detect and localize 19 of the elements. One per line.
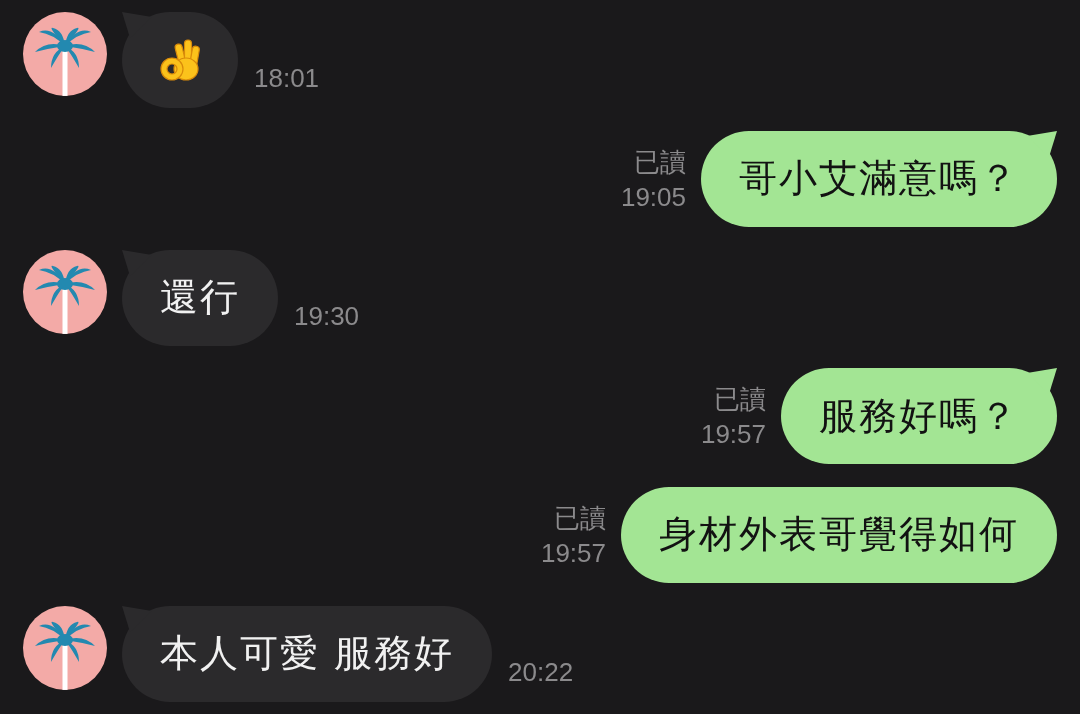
palm-tree-avatar-icon[interactable] xyxy=(23,606,107,690)
read-receipt: 已讀 xyxy=(713,383,766,417)
timestamp: 19:57 xyxy=(700,418,766,452)
ok-hand-emoji-icon xyxy=(160,38,200,82)
palm-tree-avatar-icon[interactable] xyxy=(23,249,107,334)
message-bubble: 還行 xyxy=(122,249,278,346)
speech-tail-icon xyxy=(1027,130,1057,157)
message-bubble: 服務好嗎？ xyxy=(781,368,1057,465)
read-receipt: 已讀 xyxy=(633,145,686,179)
read-receipt: 已讀 xyxy=(553,502,606,536)
palm-tree-avatar-icon[interactable] xyxy=(23,12,107,96)
timestamp: 19:57 xyxy=(540,537,606,571)
timestamp: 19:05 xyxy=(620,180,686,214)
message-bubble: 身材外表哥覺得如何 xyxy=(621,487,1057,584)
message-bubble: 本人可愛 服務好 xyxy=(122,606,493,702)
timestamp: 20:22 xyxy=(508,656,574,689)
timestamp: 19:30 xyxy=(294,299,360,333)
message-bubble: 哥小艾滿意嗎？ xyxy=(701,130,1057,227)
timestamp: 18:01 xyxy=(254,62,320,95)
